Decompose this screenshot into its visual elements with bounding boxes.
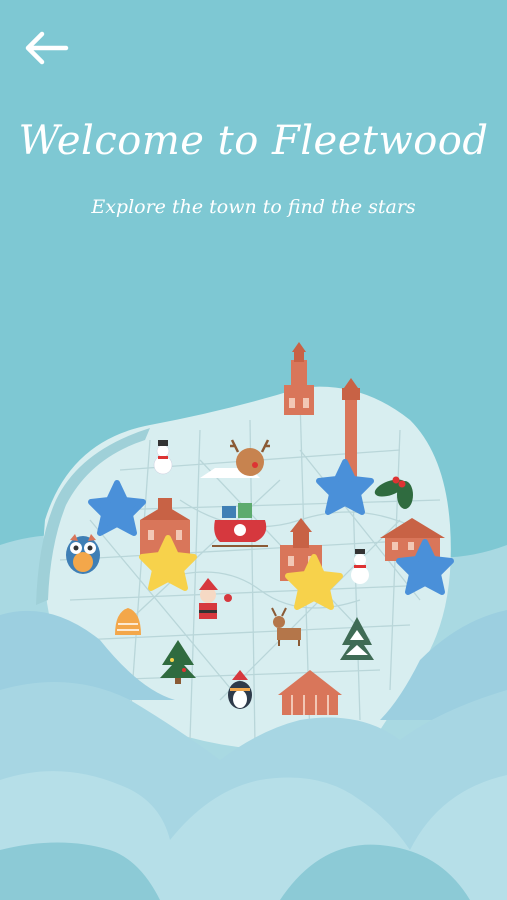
game-screen: Welcome to Fleetwood Explore the town to… [0, 0, 507, 900]
back-button[interactable] [24, 28, 72, 68]
arrow-left-icon [25, 31, 69, 65]
page-subtitle: Explore the town to find the stars [91, 196, 416, 218]
owl-icon[interactable] [66, 534, 100, 574]
page-title: Welcome to Fleetwood [18, 118, 489, 164]
lighthouse-icon[interactable] [284, 342, 314, 415]
